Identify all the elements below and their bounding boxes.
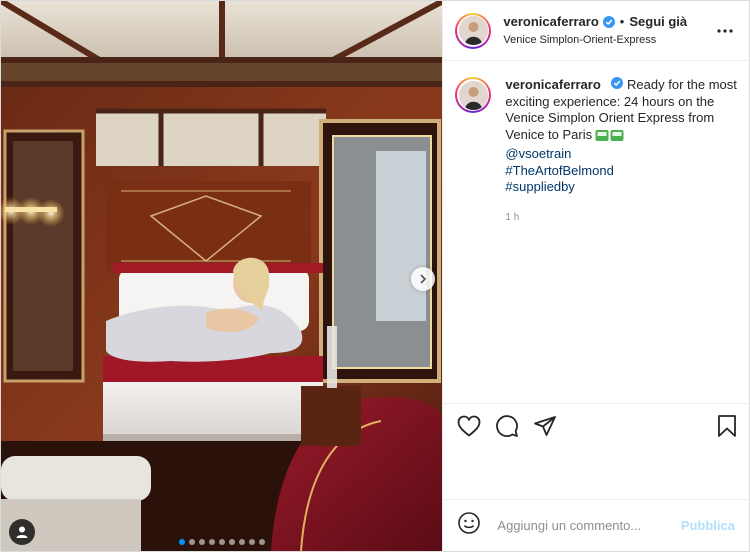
hashtag-link[interactable]: #TheArtofBelmond [505, 163, 737, 180]
caption-body: veronicaferraro Ready for the most excit… [505, 77, 737, 226]
mention-link[interactable]: @vsoetrain [505, 146, 737, 163]
separator-dot: • [619, 13, 625, 29]
chevron-right-icon [420, 274, 427, 284]
instagram-post: veronicaferraro • Segui già Venice Simpl… [0, 0, 750, 552]
bookmark-icon [718, 414, 736, 437]
more-options-button[interactable] [713, 19, 737, 43]
carousel-dot [199, 539, 205, 545]
carousel-indicator [1, 539, 442, 545]
train-icon [595, 129, 625, 147]
send-icon [534, 415, 557, 436]
share-button[interactable] [531, 412, 559, 440]
post-header: veronicaferraro • Segui già Venice Simpl… [443, 1, 749, 61]
more-horizontal-icon [717, 28, 733, 33]
caption-username-link[interactable]: veronicaferraro [505, 77, 600, 92]
heart-icon [458, 415, 481, 437]
carousel-dot [219, 539, 225, 545]
caption-story-ring[interactable] [455, 77, 492, 113]
save-button[interactable] [713, 412, 741, 440]
carousel-dot [259, 539, 265, 545]
hashtag-link[interactable]: #suppliedby [505, 179, 737, 196]
following-button[interactable]: Segui già [629, 14, 687, 30]
add-comment-bar: Pubblica [443, 499, 749, 551]
carousel-dot [209, 539, 215, 545]
carousel-dot [249, 539, 255, 545]
caption: veronicaferraro Ready for the most excit… [455, 77, 737, 226]
like-button[interactable] [455, 412, 483, 440]
smiley-icon [458, 512, 481, 534]
action-bar [443, 403, 749, 447]
comment-button[interactable] [493, 412, 521, 440]
header-text: veronicaferraro • Segui già Venice Simpl… [503, 14, 713, 48]
location-link[interactable]: Venice Simplon-Orient-Express [503, 32, 713, 48]
post-sidebar: veronicaferraro • Segui già Venice Simpl… [442, 1, 749, 551]
comment-icon [496, 414, 519, 437]
username-link[interactable]: veronicaferraro [503, 14, 598, 30]
post-timestamp[interactable]: 1 h [505, 210, 737, 227]
caption-avatar[interactable] [458, 80, 488, 110]
user-icon [16, 526, 28, 538]
verified-badge-icon [611, 77, 624, 89]
verified-badge-icon [602, 15, 615, 28]
carousel-dot [189, 539, 195, 545]
next-slide-button[interactable] [411, 267, 435, 291]
carousel-dot [239, 539, 245, 545]
comment-input[interactable] [495, 517, 681, 534]
carousel-dot [179, 539, 185, 545]
comments-section: veronicaferraro Ready for the most excit… [443, 61, 749, 551]
post-photo[interactable] [1, 1, 443, 551]
train-cabin-photo [1, 1, 443, 551]
emoji-picker-button[interactable] [457, 511, 481, 540]
story-ring[interactable] [455, 12, 492, 49]
carousel-dot [229, 539, 235, 545]
publish-button[interactable]: Pubblica [681, 518, 735, 533]
avatar[interactable] [458, 16, 488, 45]
